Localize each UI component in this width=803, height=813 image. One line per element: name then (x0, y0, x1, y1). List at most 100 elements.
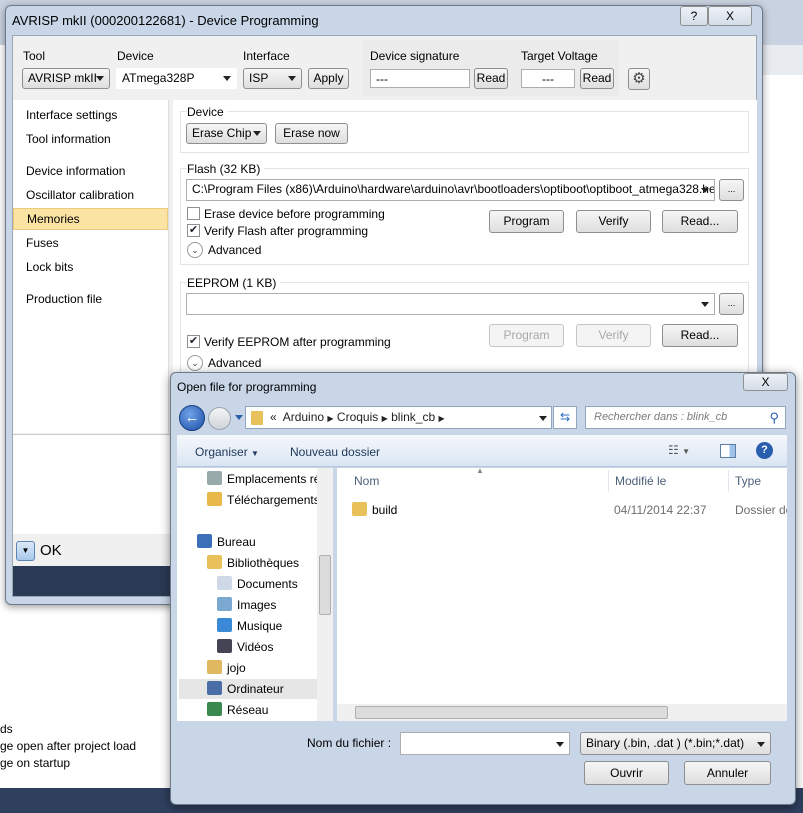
folder-icon (217, 618, 232, 632)
tree-item[interactable]: Bureau (197, 532, 317, 552)
chevron-right-icon: ▶ (438, 414, 445, 423)
tree-item[interactable]: Bibliothèques (207, 553, 317, 573)
flash-read-button[interactable]: Read... (662, 210, 738, 233)
tree-item[interactable]: jojo (207, 658, 317, 678)
verify-flash-checkbox[interactable]: ✔ (187, 224, 200, 237)
erase-before-label: Erase device before programming (204, 207, 385, 221)
forward-button[interactable] (208, 407, 231, 430)
breadcrumb-arduino[interactable]: Arduino (283, 410, 324, 424)
eeprom-advanced-toggle[interactable]: Advanced (208, 356, 261, 370)
eeprom-program-button[interactable]: Program (489, 324, 564, 347)
folder-icon (207, 492, 222, 506)
breadcrumb-croquis[interactable]: Croquis (337, 410, 378, 424)
flash-verify-button[interactable]: Verify (576, 210, 651, 233)
tree-item-label: Vidéos (237, 640, 274, 654)
sidebar-item-interface-settings[interactable]: Interface settings (13, 104, 168, 126)
history-dropdown-icon[interactable] (235, 415, 243, 420)
horizontal-scrollbar[interactable] (337, 704, 787, 721)
address-bar[interactable]: « Arduino ▶ Croquis ▶ blink_cb ▶ (245, 406, 552, 429)
open-button[interactable]: Ouvrir (584, 761, 669, 785)
settings-button[interactable]: ⚙ (628, 68, 650, 90)
column-header-modified[interactable]: Modifié le (615, 474, 666, 488)
cancel-button[interactable]: Annuler (684, 761, 771, 785)
filename-input[interactable] (400, 732, 570, 755)
help-button[interactable]: ? (680, 6, 708, 26)
scrollbar-thumb[interactable] (319, 555, 331, 615)
eeprom-read-button[interactable]: Read... (662, 324, 738, 347)
tree-item[interactable]: Vidéos (217, 637, 317, 657)
sidebar-item-fuses[interactable]: Fuses (13, 232, 168, 254)
chevron-down-icon[interactable]: ⌄ (187, 242, 203, 258)
eeprom-file-select[interactable] (186, 293, 715, 315)
flash-advanced-toggle[interactable]: Advanced (208, 243, 261, 257)
tree-item[interactable]: Documents (217, 574, 317, 594)
chevron-down-icon[interactable]: ⌄ (187, 355, 203, 371)
file-row[interactable]: build 04/11/2014 22:37 Dossier de fichie… (352, 500, 787, 520)
eeprom-group-title: EEPROM (1 KB) (187, 276, 281, 290)
device-select[interactable]: ATmega328P (116, 68, 237, 89)
scrollbar-thumb[interactable] (355, 706, 668, 719)
folder-icon (207, 681, 222, 695)
breadcrumb-blink-cb[interactable]: blink_cb (391, 410, 435, 424)
tree-item-label: Documents (237, 577, 298, 591)
sidebar-item-memories[interactable]: Memories (13, 208, 168, 230)
flash-browse-button[interactable]: ... (719, 179, 744, 201)
background-line: ge open after project load (0, 739, 137, 753)
signature-read-button[interactable]: Read (474, 68, 508, 89)
filter-value: Binary (.bin, .dat ) (*.bin;*.dat) (586, 736, 745, 750)
file-type-filter[interactable]: Binary (.bin, .dat ) (*.bin;*.dat) (580, 732, 771, 755)
tree-item[interactable]: Réseau (207, 700, 317, 720)
flash-group-title: Flash (32 KB) (187, 162, 265, 176)
organize-button[interactable]: Organiser ▼ (195, 445, 259, 459)
chevron-down-icon (223, 76, 231, 81)
verify-eeprom-checkbox[interactable]: ✔ (187, 335, 200, 348)
refresh-button[interactable]: ⇆ (553, 406, 577, 429)
flash-program-button[interactable]: Program (489, 210, 564, 233)
tree-item[interactable]: Téléchargements (207, 490, 317, 510)
new-folder-button[interactable]: Nouveau dossier (290, 445, 380, 459)
status-expand-button[interactable]: ▼ (16, 541, 35, 561)
eeprom-verify-button[interactable]: Verify (576, 324, 651, 347)
apply-button[interactable]: Apply (308, 68, 349, 89)
view-options-button[interactable]: ☷ ▼ (668, 443, 690, 457)
file-dialog-close-button[interactable]: X (743, 373, 788, 391)
log-area (13, 434, 173, 534)
sidebar-item-lock-bits[interactable]: Lock bits (13, 256, 168, 278)
verify-flash-label: Verify Flash after programming (204, 224, 369, 238)
flash-file-select[interactable]: C:\Program Files (x86)\Arduino\hardware\… (186, 179, 715, 201)
chevron-right-icon: ▶ (327, 414, 334, 423)
tree-item[interactable]: Ordinateur (179, 679, 317, 699)
tree-item[interactable]: Musique (217, 616, 317, 636)
tool-select[interactable]: AVRISP mkII (22, 68, 110, 89)
sidebar-item-oscillator-calibration[interactable]: Oscillator calibration (13, 184, 168, 206)
close-button[interactable]: X (708, 6, 752, 26)
breadcrumb-overflow[interactable]: « (270, 410, 277, 424)
tree-item[interactable]: Emplacements récents (207, 469, 317, 489)
interface-select[interactable]: ISP (243, 68, 302, 89)
navigation-scrollbar[interactable] (317, 468, 333, 721)
sidebar-item-tool-information[interactable]: Tool information (13, 128, 168, 150)
tree-item[interactable]: Images (217, 595, 317, 615)
view-list-icon: ☷ (668, 443, 679, 457)
eeprom-browse-button[interactable]: ... (719, 293, 744, 315)
arrow-left-icon: ← (184, 409, 200, 426)
folder-icon (207, 471, 222, 485)
preview-pane-button[interactable] (720, 444, 736, 458)
erase-now-button[interactable]: Erase now (275, 123, 348, 144)
search-input[interactable]: Rechercher dans : blink_cb ⚲ (585, 406, 786, 429)
sidebar-item-production-file[interactable]: Production file (13, 288, 168, 310)
back-button[interactable]: ← (179, 405, 205, 431)
search-icon: ⚲ (769, 410, 779, 425)
chevron-down-icon[interactable] (539, 416, 547, 421)
column-header-name[interactable]: Nom (354, 474, 379, 488)
column-header-type[interactable]: Type (735, 474, 761, 488)
tree-item-label: Bibliothèques (227, 556, 300, 570)
help-button[interactable]: ? (756, 442, 773, 459)
voltage-read-button[interactable]: Read (580, 68, 614, 89)
erase-before-checkbox[interactable] (187, 207, 200, 220)
sidebar-item-device-information[interactable]: Device information (13, 160, 168, 182)
chevron-down-icon (556, 742, 564, 747)
chevron-down-icon (288, 76, 296, 81)
background-toolbar (760, 45, 803, 75)
erase-mode-select[interactable]: Erase Chip (186, 123, 267, 144)
